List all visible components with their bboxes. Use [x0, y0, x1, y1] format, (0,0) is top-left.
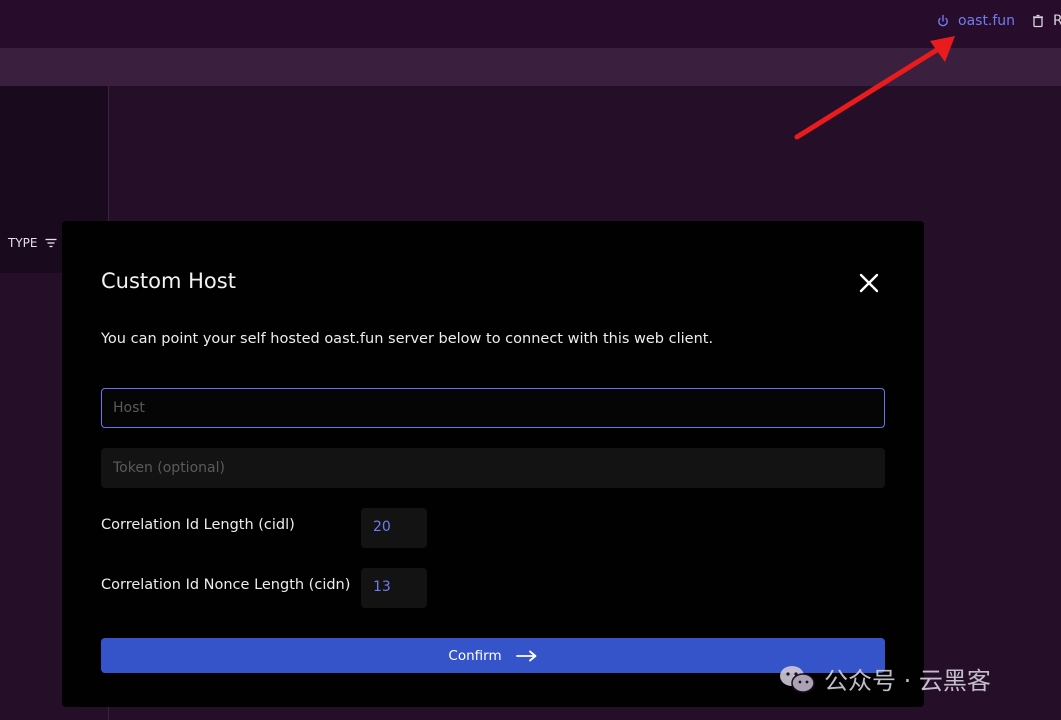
- power-icon: [938, 14, 948, 27]
- confirm-button[interactable]: Confirm: [101, 638, 885, 673]
- host-selector[interactable]: oast.fun: [936, 13, 1015, 29]
- custom-host-dialog: Custom Host You can point your self host…: [62, 221, 924, 707]
- arrow-right-icon: [515, 650, 537, 661]
- trash-icon: [1033, 14, 1043, 28]
- close-icon[interactable]: [858, 272, 880, 294]
- cidn-input[interactable]: 13: [361, 568, 427, 608]
- host-label: oast.fun: [958, 13, 1016, 29]
- dialog-title: Custom Host: [101, 269, 236, 293]
- type-column-label: TYPE: [8, 236, 38, 250]
- app-root: oast.fun R TYPE Custom Host You can poin…: [0, 0, 1061, 720]
- cidl-input[interactable]: 20: [361, 508, 427, 548]
- cidn-label: Correlation Id Nonce Length (cidn): [101, 577, 351, 593]
- annotation-arrow: [794, 36, 955, 140]
- filter-icon[interactable]: [45, 238, 57, 248]
- reset-label: R: [1053, 13, 1061, 29]
- watermark: 公众号 · 云黑客: [778, 661, 991, 696]
- type-column-header[interactable]: TYPE: [8, 236, 57, 250]
- confirm-label: Confirm: [448, 647, 502, 664]
- wechat-icon: [780, 665, 815, 693]
- token-input[interactable]: [101, 448, 885, 488]
- host-input[interactable]: [101, 388, 885, 428]
- cidl-label: Correlation Id Length (cidl): [101, 517, 295, 533]
- watermark-text: 公众号 · 云黑客: [824, 667, 991, 695]
- reset-button[interactable]: R: [1031, 13, 1061, 29]
- dialog-description: You can point your self hosted oast.fun …: [101, 331, 714, 347]
